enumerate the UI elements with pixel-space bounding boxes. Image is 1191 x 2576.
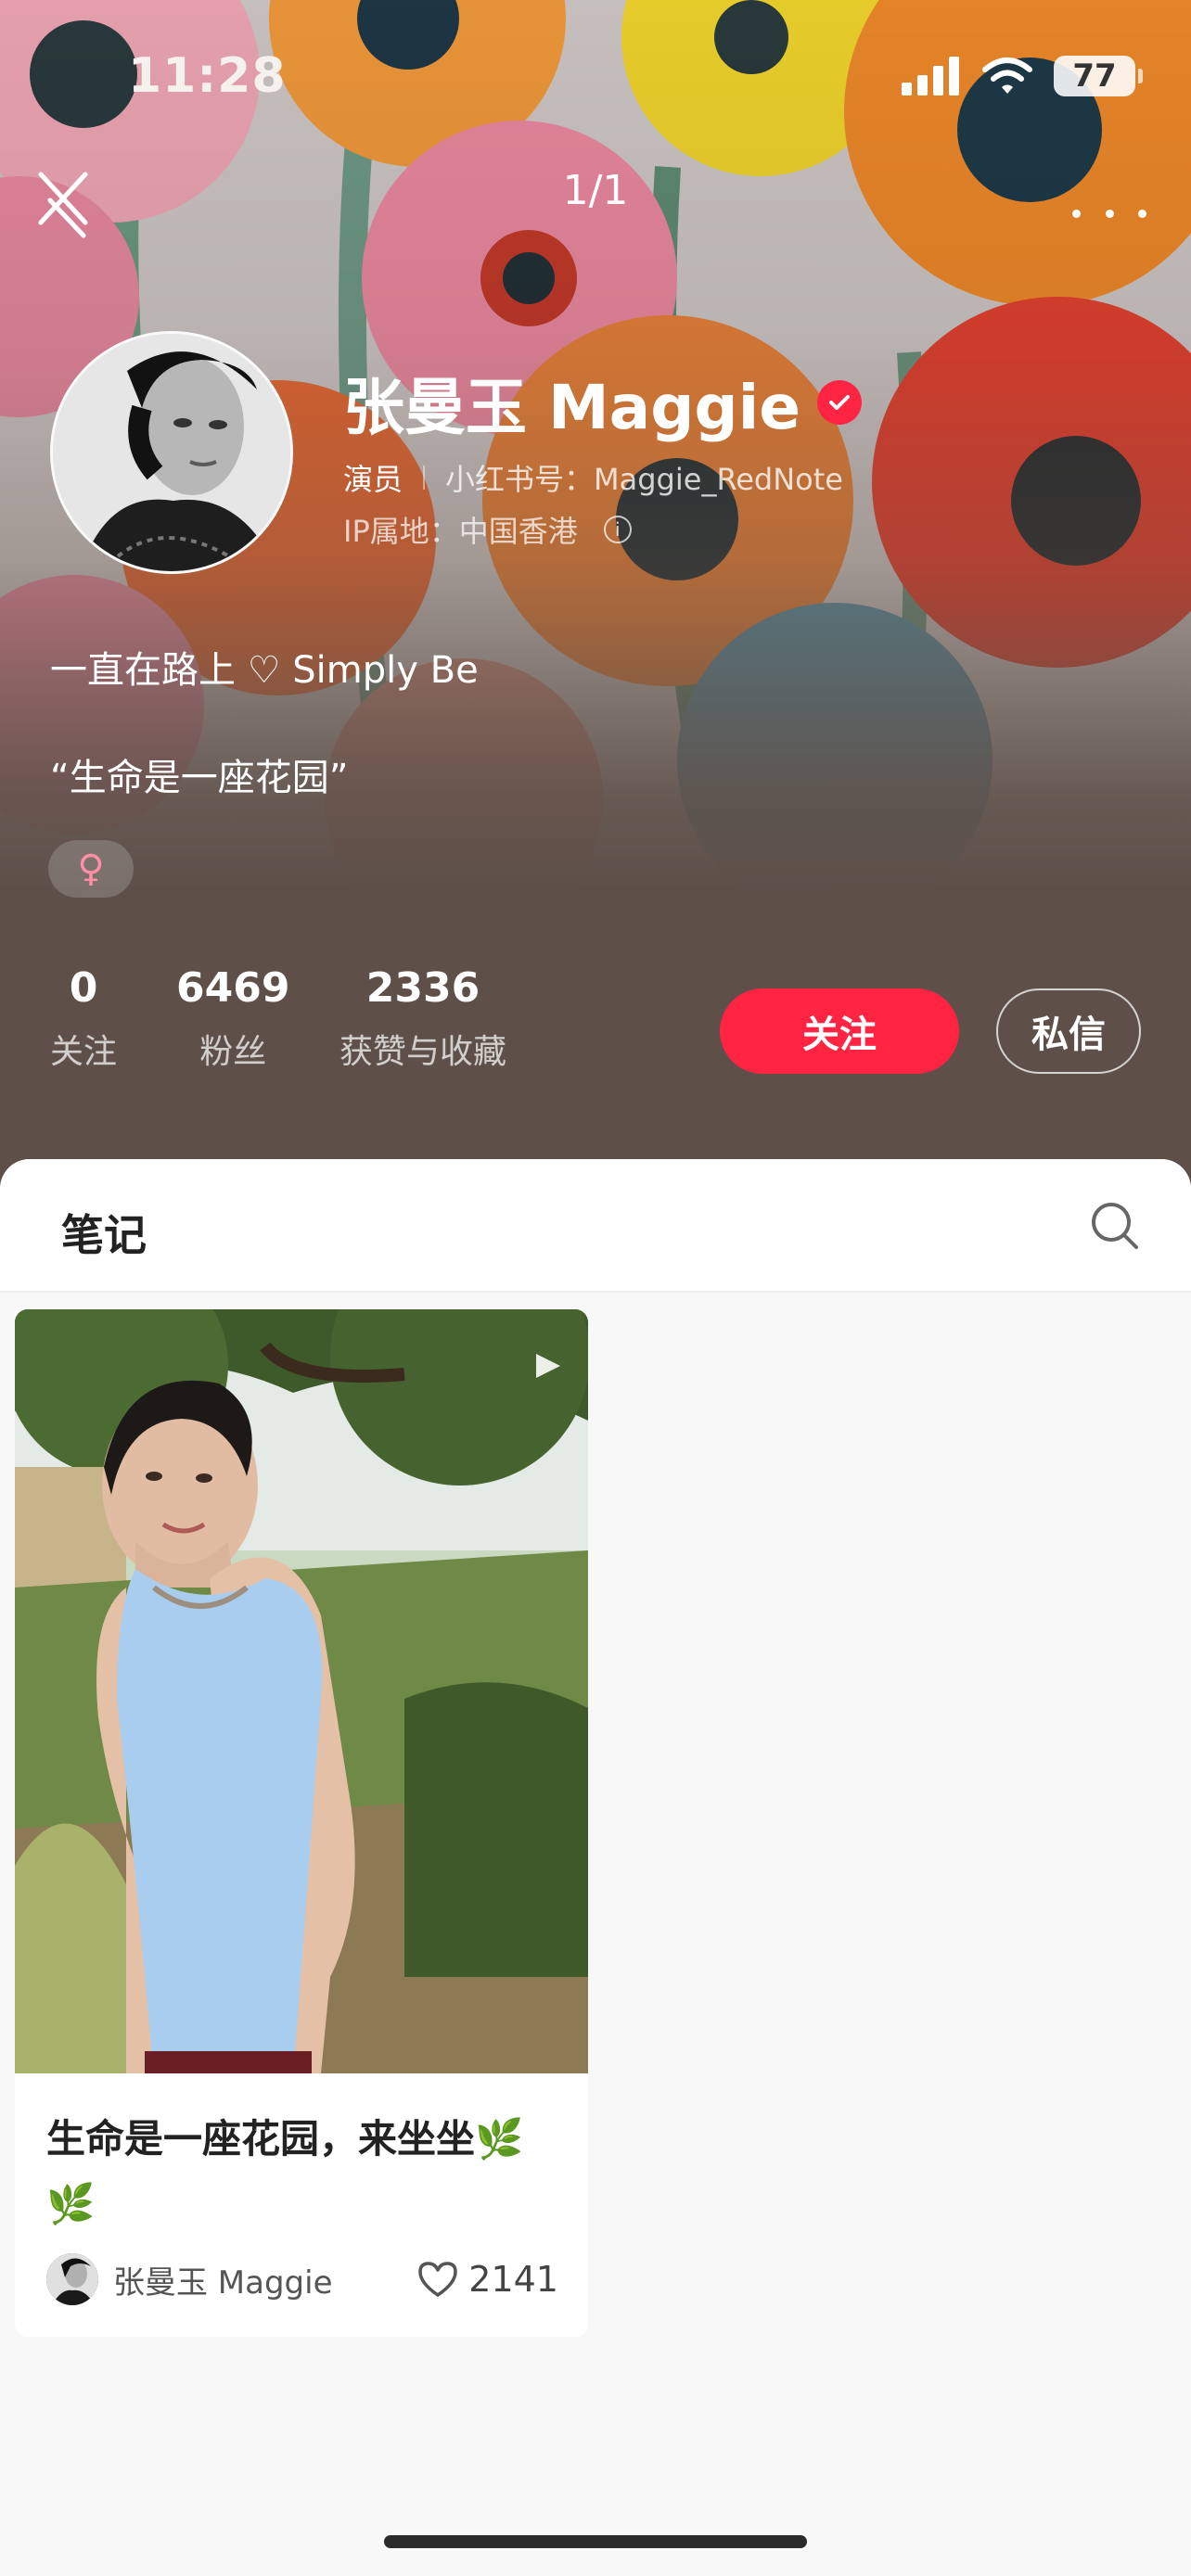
battery-level: 77 bbox=[1072, 57, 1117, 95]
status-bar: 11:28 77 bbox=[0, 0, 1191, 139]
search-icon bbox=[1092, 1203, 1138, 1249]
female-icon: ♀ bbox=[77, 848, 105, 890]
author-avatar bbox=[46, 2253, 98, 2305]
wifi-icon bbox=[982, 57, 1032, 94]
likes-count: 2336 bbox=[365, 964, 480, 1012]
profile-avatar[interactable] bbox=[50, 331, 293, 574]
profile-meta: 演员 小红书号：Maggie_RedNote bbox=[343, 456, 843, 499]
profile-header: 11:28 77 1/1 张曼玉 Maggie 演员 小红书号：Maggie_R… bbox=[0, 0, 1191, 1205]
signal-icon bbox=[902, 57, 959, 96]
heart-icon bbox=[418, 2262, 458, 2297]
profile-name-text: 张曼玉 Maggie bbox=[343, 372, 801, 443]
video-icon bbox=[536, 1354, 560, 1378]
likes-label: 获赞与收藏 bbox=[339, 1033, 507, 1071]
following-count: 0 bbox=[69, 964, 98, 1012]
note-cover-image[interactable] bbox=[15, 1309, 588, 2073]
stat-fans[interactable]: 6469 粉丝 bbox=[176, 964, 289, 1073]
stat-likes-collects[interactable]: 2336 获赞与收藏 bbox=[339, 964, 506, 1073]
status-time: 11:28 bbox=[128, 48, 287, 104]
author-name: 张曼玉 Maggie bbox=[113, 2264, 333, 2302]
fans-count: 6469 bbox=[176, 964, 290, 1012]
tab-notes[interactable]: 笔记 bbox=[61, 1202, 147, 1263]
search-button[interactable] bbox=[1089, 1200, 1141, 1252]
battery-indicator: 77 bbox=[1054, 56, 1143, 96]
profile-name: 张曼玉 Maggie bbox=[343, 358, 863, 447]
note-author[interactable]: 张曼玉 Maggie bbox=[46, 2253, 333, 2305]
info-icon[interactable]: i bbox=[603, 516, 632, 543]
meta-divider bbox=[423, 465, 426, 490]
profile-ip: IP属地：中国香港 i bbox=[343, 508, 632, 551]
verified-icon bbox=[817, 380, 863, 425]
avatar-photo bbox=[53, 334, 290, 571]
note-like-button[interactable]: 2141 bbox=[416, 2259, 558, 2300]
ip-location: IP属地：中国香港 bbox=[343, 514, 578, 549]
cover-photo bbox=[15, 1309, 588, 2073]
home-indicator[interactable] bbox=[384, 2535, 807, 2548]
notes-sheet: 笔记 生命是一座花园，来坐坐🌿🌿 张曼玉 Maggie 2141 bbox=[0, 1159, 1191, 2576]
page-counter: 1/1 bbox=[562, 167, 629, 214]
bio-line-2: “生命是一座花园” bbox=[50, 757, 349, 799]
gender-tag: ♀ bbox=[48, 840, 134, 898]
profile-role: 演员 bbox=[343, 462, 403, 497]
stat-following[interactable]: 0 关注 bbox=[50, 964, 117, 1073]
message-button[interactable]: 私信 bbox=[996, 988, 1141, 1074]
note-likes-count: 2141 bbox=[468, 2259, 558, 2300]
more-options-button[interactable] bbox=[1072, 185, 1146, 241]
bio-line-1: 一直在路上 ♡ Simply Be bbox=[50, 649, 479, 692]
note-card[interactable]: 生命是一座花园，来坐坐🌿🌿 张曼玉 Maggie 2141 bbox=[15, 1309, 588, 2337]
follow-button[interactable]: 关注 bbox=[720, 988, 959, 1074]
note-title[interactable]: 生命是一座花园，来坐坐🌿🌿 bbox=[46, 2107, 566, 2237]
profile-red-id[interactable]: 小红书号：Maggie_RedNote bbox=[445, 456, 843, 499]
following-label: 关注 bbox=[50, 1033, 118, 1071]
more-icon bbox=[1072, 209, 1081, 218]
status-icons: 77 bbox=[902, 56, 1143, 96]
fans-label: 粉丝 bbox=[199, 1033, 267, 1071]
tab-bar: 笔记 bbox=[0, 1159, 1191, 1293]
